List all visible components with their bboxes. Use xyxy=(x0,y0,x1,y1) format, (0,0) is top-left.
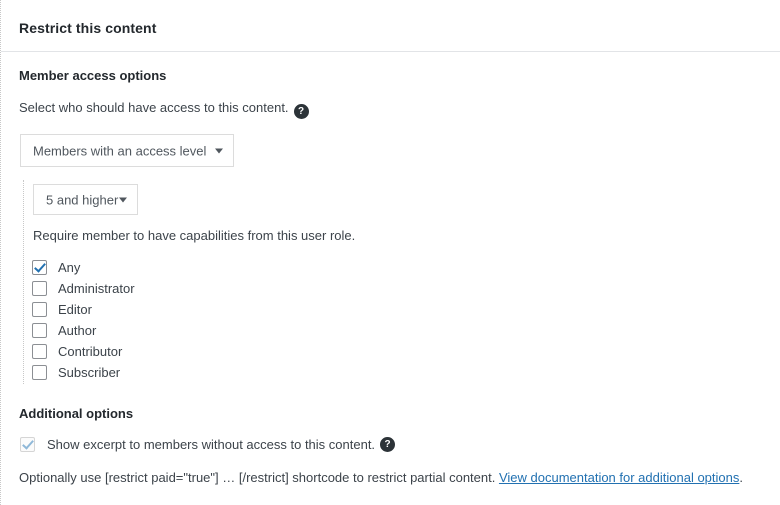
member-access-heading: Member access options xyxy=(19,68,167,83)
access-level-select-value: 5 and higher xyxy=(46,192,119,207)
help-circle-icon[interactable]: ? xyxy=(293,104,309,119)
role-checkbox-author[interactable]: Author xyxy=(32,320,96,341)
role-checkbox-any[interactable]: Any xyxy=(32,257,80,278)
show-excerpt-checkbox-row[interactable]: Show excerpt to members without access t… xyxy=(20,437,396,452)
role-checkbox-editor[interactable]: Editor xyxy=(32,299,92,320)
restrict-content-metabox: Restrict this content Member access opti… xyxy=(0,0,780,505)
panel-header: Restrict this content xyxy=(1,0,780,52)
shortcode-hint-suffix: . xyxy=(739,470,743,485)
checkbox-icon[interactable] xyxy=(32,344,47,359)
role-label: Administrator xyxy=(58,281,135,296)
capability-note: Require member to have capabilities from… xyxy=(33,228,356,243)
shortcode-hint: Optionally use [restrict paid="true"] … … xyxy=(19,470,743,485)
checkbox-icon[interactable] xyxy=(32,260,47,275)
shortcode-hint-text: Optionally use [restrict paid="true"] … … xyxy=(19,470,499,485)
access-type-select[interactable]: Members with an access level xyxy=(20,134,234,167)
help-circle-icon[interactable]: ? xyxy=(380,437,396,452)
role-label: Subscriber xyxy=(58,365,121,380)
checkbox-icon[interactable] xyxy=(32,281,47,296)
role-label: Editor xyxy=(58,302,92,317)
role-checkbox-administrator[interactable]: Administrator xyxy=(32,278,135,299)
page-title: Restrict this content xyxy=(19,20,157,36)
checkbox-icon[interactable] xyxy=(32,323,47,338)
role-checkbox-contributor[interactable]: Contributor xyxy=(32,341,122,362)
chevron-down-icon xyxy=(215,148,223,153)
chevron-down-icon xyxy=(119,197,127,202)
show-excerpt-label: Show excerpt to members without access t… xyxy=(47,437,376,452)
role-label: Any xyxy=(58,260,81,275)
access-type-select-value: Members with an access level xyxy=(33,143,207,158)
member-access-description-text: Select who should have access to this co… xyxy=(19,100,289,115)
checkbox-icon[interactable] xyxy=(20,437,35,452)
access-level-select[interactable]: 5 and higher xyxy=(33,184,138,215)
additional-options-heading: Additional options xyxy=(19,406,134,421)
role-checkbox-subscriber[interactable]: Subscriber xyxy=(32,362,120,383)
role-label: Author xyxy=(58,323,97,338)
documentation-link[interactable]: View documentation for additional option… xyxy=(499,470,739,485)
role-label: Contributor xyxy=(58,344,123,359)
checkbox-icon[interactable] xyxy=(32,302,47,317)
checkbox-icon[interactable] xyxy=(32,365,47,380)
member-access-description: Select who should have access to this co… xyxy=(19,100,309,119)
